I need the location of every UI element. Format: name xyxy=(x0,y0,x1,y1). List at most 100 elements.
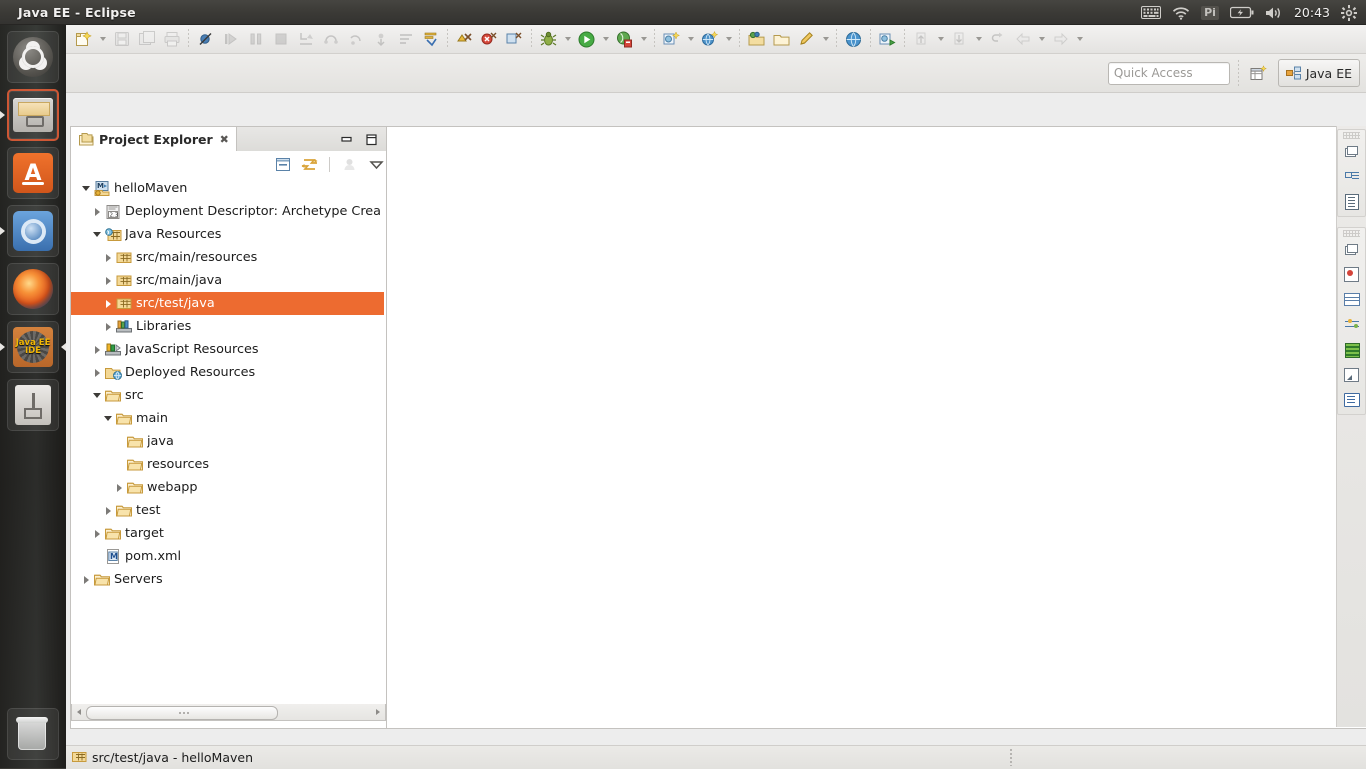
previous-edit-button[interactable] xyxy=(909,27,934,51)
tree-item-src-main-java[interactable]: src/main/java xyxy=(71,269,384,292)
restore-view-button[interactable] xyxy=(1340,139,1363,164)
new-java-ee-project-dropdown[interactable] xyxy=(684,27,697,51)
new-wizard-button[interactable] xyxy=(71,27,96,51)
twisty-closed-icon[interactable] xyxy=(101,315,115,338)
project-tree[interactable]: MhelloMaven2.3Deployment Descriptor: Arc… xyxy=(71,177,384,704)
run-server-button[interactable] xyxy=(612,27,637,51)
keyboard-indicator-icon[interactable] xyxy=(1141,6,1161,19)
tree-item-resources[interactable]: resources xyxy=(71,453,384,476)
drag-handle[interactable] xyxy=(1343,230,1360,237)
gear-icon[interactable] xyxy=(1341,5,1357,21)
markers-view-button[interactable] xyxy=(1340,362,1363,387)
scroll-left-button[interactable] xyxy=(72,705,86,719)
search-button[interactable] xyxy=(794,27,819,51)
new-dynamic-web-project-button[interactable] xyxy=(697,27,722,51)
twisty-closed-icon[interactable] xyxy=(112,476,126,499)
tree-item-deployment-descriptor-archetype-crea[interactable]: 2.3Deployment Descriptor: Archetype Crea xyxy=(71,200,384,223)
terminate-button[interactable] xyxy=(268,27,293,51)
tree-item-pom-xml[interactable]: Mpom.xml xyxy=(71,545,384,568)
pi-indicator[interactable]: Pi xyxy=(1201,6,1219,20)
tree-item-servers[interactable]: Servers xyxy=(71,568,384,591)
new-wizard-dropdown[interactable] xyxy=(96,27,109,51)
view-menu-button[interactable] xyxy=(367,155,386,174)
launcher-item-trash[interactable] xyxy=(7,708,59,760)
drop-to-frame-button[interactable] xyxy=(368,27,393,51)
debug-button[interactable] xyxy=(536,27,561,51)
link-with-editor-button[interactable] xyxy=(300,155,319,174)
quick-access-input[interactable]: Quick Access xyxy=(1108,62,1230,85)
maximize-view-button[interactable] xyxy=(363,133,379,147)
save-all-button[interactable] xyxy=(134,27,159,51)
wifi-indicator-icon[interactable] xyxy=(1172,6,1190,20)
scrollbar-track[interactable] xyxy=(86,706,371,718)
twisty-closed-icon[interactable] xyxy=(90,522,104,545)
twisty-open-icon[interactable] xyxy=(90,223,104,246)
drag-handle[interactable] xyxy=(1343,132,1360,139)
scrollbar-thumb[interactable] xyxy=(86,706,278,720)
twisty-closed-icon[interactable] xyxy=(101,292,115,315)
last-edit-location-button[interactable] xyxy=(502,27,527,51)
tree-item-javascript-resources[interactable]: JavaScript Resources xyxy=(71,338,384,361)
use-step-filters-button[interactable] xyxy=(393,27,418,51)
tree-item-hellomaven[interactable]: MhelloMaven xyxy=(71,177,384,200)
step-over-button[interactable] xyxy=(318,27,343,51)
focus-on-active-task-button[interactable] xyxy=(340,155,359,174)
backward-dropdown[interactable] xyxy=(1035,27,1048,51)
open-perspective-button[interactable] xyxy=(1247,61,1272,85)
scroll-right-button[interactable] xyxy=(371,705,385,719)
collapse-all-button[interactable] xyxy=(273,155,292,174)
data-source-explorer-button[interactable] xyxy=(1340,287,1363,312)
launcher-item-chromium[interactable] xyxy=(7,205,59,257)
twisty-closed-icon[interactable] xyxy=(101,269,115,292)
run-server-dropdown[interactable] xyxy=(637,27,650,51)
twisty-closed-icon[interactable] xyxy=(79,568,93,591)
new-java-ee-project-button[interactable] xyxy=(659,27,684,51)
volume-indicator-icon[interactable] xyxy=(1265,6,1283,20)
twisty-open-icon[interactable] xyxy=(101,407,115,430)
tree-item-src-test-java[interactable]: src/test/java xyxy=(71,292,384,315)
tree-item-deployed-resources[interactable]: Deployed Resources xyxy=(71,361,384,384)
outline-view-button[interactable] xyxy=(1340,164,1363,189)
twisty-closed-icon[interactable] xyxy=(90,361,104,384)
twisty-open-icon[interactable] xyxy=(79,177,93,200)
previous-edit-dropdown[interactable] xyxy=(934,27,947,51)
toggle-breakpoint-button[interactable] xyxy=(193,27,218,51)
task-list-view-button[interactable] xyxy=(1340,189,1363,214)
launcher-item-eclipse[interactable]: Java EEIDE xyxy=(7,321,59,373)
search-dropdown[interactable] xyxy=(819,27,832,51)
next-edit-button[interactable] xyxy=(947,27,972,51)
new-dynamic-web-project-dropdown[interactable] xyxy=(722,27,735,51)
run-button[interactable] xyxy=(574,27,599,51)
launcher-item-firefox[interactable] xyxy=(7,263,59,315)
open-task-button[interactable] xyxy=(769,27,794,51)
close-icon[interactable]: ✖ xyxy=(220,133,229,146)
console-view-button[interactable] xyxy=(1340,387,1363,412)
battery-indicator-icon[interactable] xyxy=(1230,6,1254,19)
minimize-view-button[interactable] xyxy=(338,133,354,147)
launcher-item-ubuntu-dash[interactable] xyxy=(7,31,59,83)
restore-bottom-button[interactable] xyxy=(1340,237,1363,262)
snippets-view-button[interactable] xyxy=(1340,337,1363,362)
resume-button[interactable] xyxy=(218,27,243,51)
save-button[interactable] xyxy=(109,27,134,51)
tree-item-libraries[interactable]: Libraries xyxy=(71,315,384,338)
explorer-horizontal-scrollbar[interactable] xyxy=(71,704,386,721)
suspend-button[interactable] xyxy=(243,27,268,51)
print-button[interactable] xyxy=(159,27,184,51)
perspective-java-ee-button[interactable]: Java EE xyxy=(1278,59,1360,87)
tab-project-explorer[interactable]: Project Explorer ✖ xyxy=(71,127,237,152)
twisty-closed-icon[interactable] xyxy=(90,338,104,361)
clock[interactable]: 20:43 xyxy=(1294,5,1330,20)
tree-item-webapp[interactable]: webapp xyxy=(71,476,384,499)
launcher-item-files[interactable] xyxy=(7,89,59,141)
annotation-button[interactable] xyxy=(418,27,443,51)
servers-view-button[interactable] xyxy=(1340,262,1363,287)
tree-item-java[interactable]: java xyxy=(71,430,384,453)
twisty-closed-icon[interactable] xyxy=(101,246,115,269)
debug-dropdown[interactable] xyxy=(561,27,574,51)
launcher-item-ubuntu-software[interactable]: A xyxy=(7,147,59,199)
twisty-closed-icon[interactable] xyxy=(90,200,104,223)
open-type-button[interactable] xyxy=(744,27,769,51)
launcher-item-usb-drive[interactable] xyxy=(7,379,59,431)
tree-item-test[interactable]: test xyxy=(71,499,384,522)
